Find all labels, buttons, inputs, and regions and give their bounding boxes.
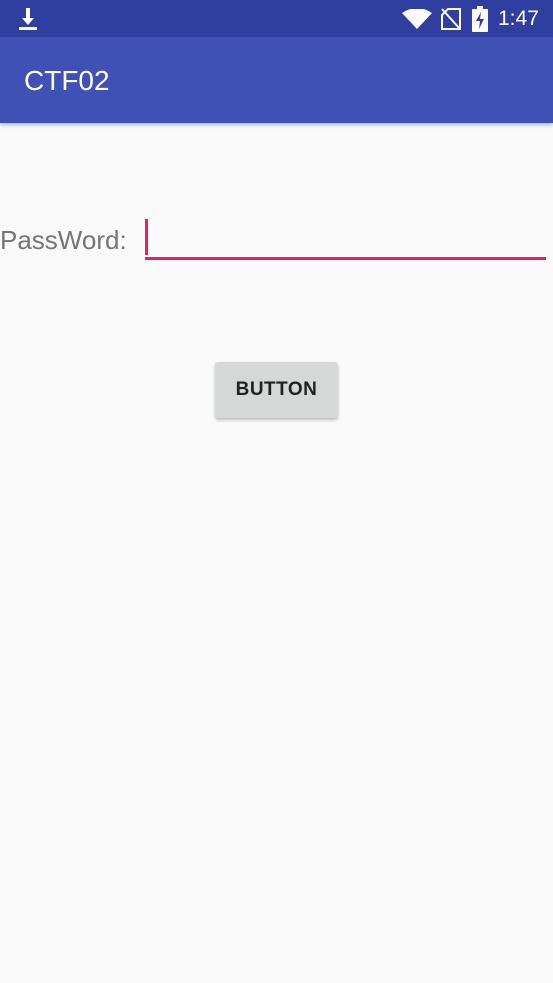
app-screen: 1:47 CTF02 PassWord: BUTTON [0, 0, 553, 983]
app-title: CTF02 [24, 65, 110, 96]
battery-charging-icon [472, 6, 488, 32]
no-sim-icon [441, 8, 461, 30]
app-bar: CTF02 [0, 37, 553, 123]
status-bar: 1:47 [0, 0, 553, 37]
download-icon [19, 8, 37, 30]
wifi-icon [402, 9, 432, 29]
submit-button[interactable]: BUTTON [215, 362, 338, 418]
password-label: PassWord: [0, 225, 127, 255]
status-clock: 1:47 [498, 7, 539, 30]
password-input[interactable] [145, 216, 546, 260]
text-cursor [145, 219, 148, 255]
